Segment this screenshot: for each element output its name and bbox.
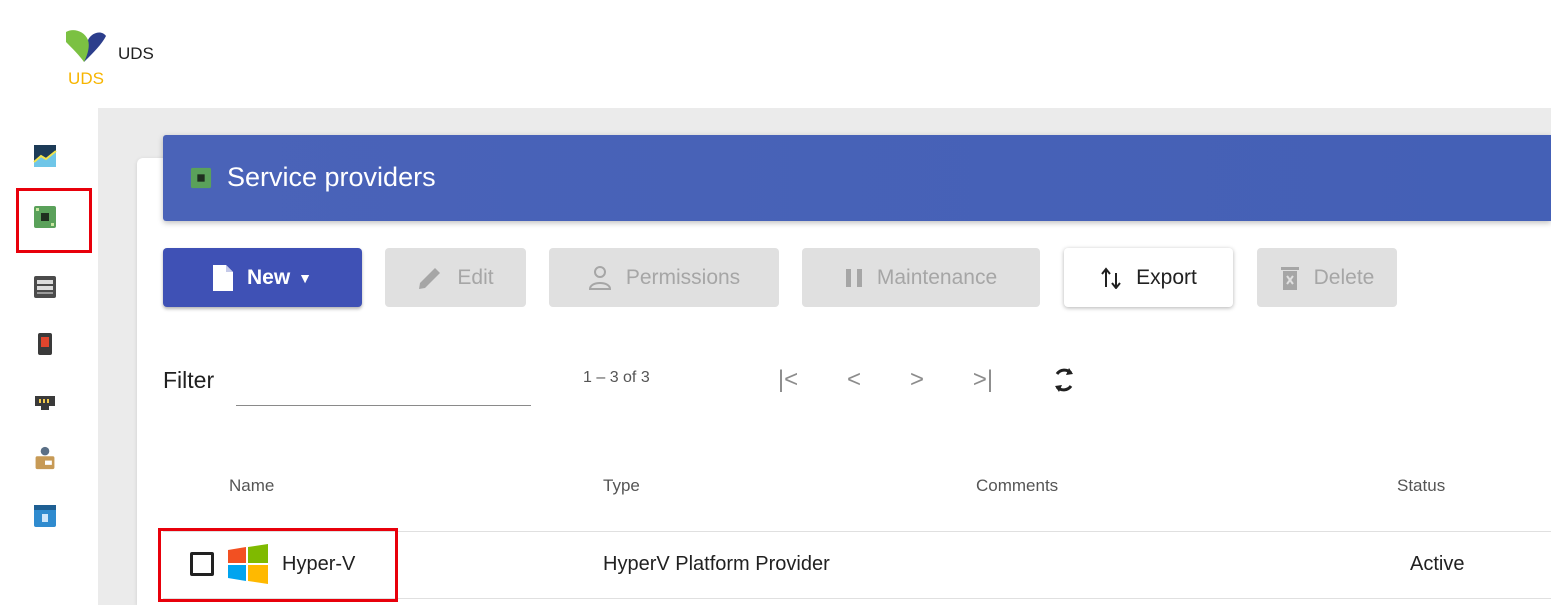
red-device-icon[interactable] xyxy=(33,332,57,356)
column-header-status[interactable]: Status xyxy=(1397,476,1445,496)
new-button[interactable]: New ▼ xyxy=(163,248,362,307)
delete-button[interactable]: Delete xyxy=(1257,248,1397,307)
dashboard-chart-icon[interactable] xyxy=(33,144,57,168)
cell-status: Active xyxy=(1410,553,1465,575)
filter-input[interactable] xyxy=(236,368,531,406)
refresh-icon[interactable] xyxy=(1044,364,1084,396)
app-title: UDS xyxy=(118,44,154,63)
user-box-icon[interactable] xyxy=(33,446,57,470)
prev-page-icon[interactable]: < xyxy=(834,364,874,396)
trash-icon xyxy=(1280,266,1299,290)
calendar-grid-icon[interactable] xyxy=(33,504,57,528)
sidebar xyxy=(0,108,98,605)
new-button-label: New xyxy=(246,265,291,289)
server-icon[interactable] xyxy=(33,275,57,299)
maintenance-button[interactable]: Maintenance xyxy=(802,248,1040,307)
maintenance-button-label: Maintenance xyxy=(876,265,998,289)
service-providers-chip-icon xyxy=(190,167,212,189)
pagination-range: 1 – 3 of 3 xyxy=(583,369,650,386)
uds-logo-icon[interactable]: UDS xyxy=(58,26,114,88)
permissions-button[interactable]: Permissions xyxy=(549,248,779,307)
filter-label: Filter xyxy=(163,367,215,393)
first-page-icon[interactable]: |< xyxy=(768,364,808,396)
column-header-type[interactable]: Type xyxy=(603,476,640,496)
edit-button-label: Edit xyxy=(457,265,494,289)
column-header-name[interactable]: Name xyxy=(229,476,274,496)
delete-button-label: Delete xyxy=(1313,265,1375,289)
sort-arrows-icon xyxy=(1101,266,1121,289)
pencil-icon xyxy=(419,267,441,289)
network-connector-icon[interactable] xyxy=(33,390,57,414)
last-page-icon[interactable]: >| xyxy=(963,364,1003,396)
column-header-comments[interactable]: Comments xyxy=(976,476,1058,496)
next-page-icon[interactable]: > xyxy=(897,364,937,396)
pause-icon xyxy=(845,268,862,287)
caret-down-icon: ▼ xyxy=(298,269,313,286)
row-selection-highlight xyxy=(158,528,398,602)
page-title: Service providers xyxy=(227,162,436,192)
person-icon xyxy=(588,265,611,290)
export-button-label: Export xyxy=(1136,265,1197,289)
edit-button[interactable]: Edit xyxy=(385,248,526,307)
export-button[interactable]: Export xyxy=(1064,248,1233,307)
permissions-button-label: Permissions xyxy=(625,265,741,289)
top-bar: UDS UDS xyxy=(0,0,1551,108)
file-icon xyxy=(212,264,233,291)
cell-type: HyperV Platform Provider xyxy=(603,553,830,575)
sidebar-selection-highlight xyxy=(16,188,92,253)
svg-text:UDS: UDS xyxy=(68,69,104,88)
